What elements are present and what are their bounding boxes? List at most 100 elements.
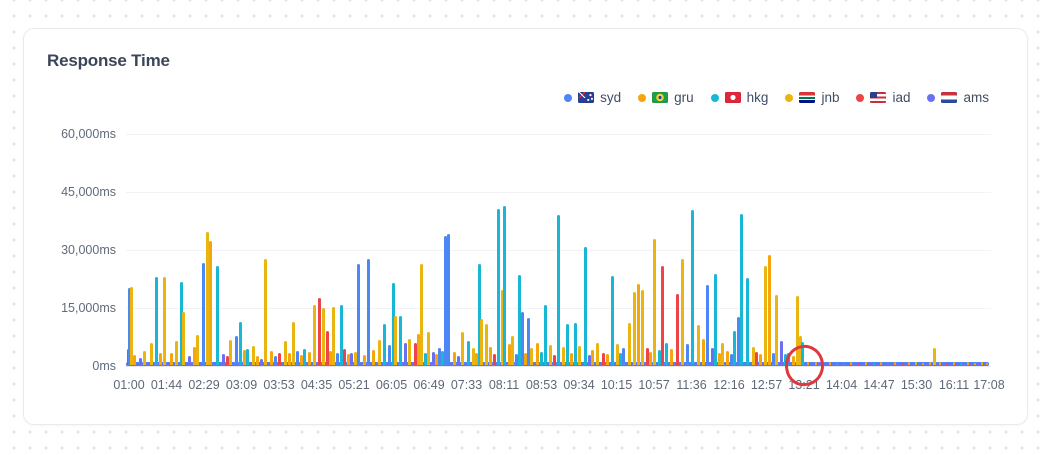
spike-gru: [570, 353, 573, 365]
spike-gru: [308, 352, 311, 365]
spike-iad: [278, 353, 281, 365]
legend-label-syd: syd: [600, 90, 622, 105]
spike-ams: [222, 354, 225, 365]
spike-gru: [850, 362, 852, 365]
spike-gru: [670, 349, 673, 365]
y-tick-label: 15,000ms: [61, 301, 116, 315]
spike-jnb: [284, 341, 287, 365]
gridline: [126, 366, 991, 367]
spike-hkg: [714, 274, 717, 365]
spike-jnb: [697, 325, 700, 365]
legend-label-ams: ams: [963, 90, 989, 105]
plot-area: [126, 134, 991, 367]
spike-jnb: [150, 343, 153, 365]
spike-gru: [372, 350, 375, 365]
legend-item-syd[interactable]: syd: [564, 90, 621, 105]
spike-ams: [457, 356, 460, 365]
spike-hkg: [566, 324, 569, 365]
legend-item-ams[interactable]: ams: [927, 90, 989, 105]
spike-iad: [661, 266, 664, 365]
spike-gru: [170, 353, 173, 365]
spike-gru: [768, 255, 771, 365]
spike-hkg: [303, 349, 306, 365]
spike-gru: [759, 354, 762, 365]
x-axis: 01:00 01:44 02:29 03:09 03:53 04:35 05:21 06:05…: [113, 378, 1006, 396]
legend-dot-jnb: [785, 93, 794, 102]
spike-hkg: [691, 210, 694, 365]
spike-iad: [343, 349, 346, 365]
gridline: [126, 192, 991, 193]
y-axis: 60,000ms 45,000ms 30,000ms 15,000ms 0ms: [24, 127, 116, 380]
spike-jnb: [485, 324, 488, 365]
y-tick-label: 45,000ms: [61, 185, 116, 199]
legend-item-iad[interactable]: iad: [856, 90, 910, 105]
legend-item-jnb[interactable]: jnb: [785, 90, 839, 105]
spike-jnb: [641, 290, 644, 365]
spike-gru: [894, 362, 896, 365]
x-tick-label: 17:08: [973, 378, 1005, 392]
spike-jnb: [764, 266, 767, 365]
spike-ams: [350, 353, 353, 365]
y-tick-label: 60,000ms: [61, 127, 116, 141]
spike-gru: [363, 355, 366, 365]
spike-gru: [649, 352, 652, 365]
spike-jnb: [549, 345, 552, 365]
spike-hkg: [216, 266, 219, 365]
spike-hkg: [246, 349, 249, 365]
spike-jnb: [530, 348, 533, 365]
spike-jnb: [721, 343, 724, 365]
spike-gru: [256, 356, 259, 365]
spike-syd: [388, 345, 391, 365]
spike-iad: [493, 354, 496, 365]
legend-dot-ams: [927, 93, 936, 102]
gridline: [126, 134, 991, 135]
spike-gru: [702, 339, 705, 365]
spike-hkg: [467, 341, 470, 365]
spike-iad: [602, 353, 605, 365]
spike-jnb: [292, 322, 295, 365]
spike-jnb: [628, 323, 631, 365]
brazil-flag-icon: [652, 92, 669, 103]
spike-gru: [922, 363, 924, 365]
spike-hkg: [557, 215, 560, 365]
spike-jnb: [264, 259, 267, 365]
spike-jnb: [511, 336, 514, 365]
legend-item-hkg[interactable]: hkg: [710, 90, 768, 105]
spike-hkg: [540, 352, 543, 365]
spike-gru: [880, 362, 882, 365]
legend-label-iad: iad: [892, 90, 911, 105]
spike-jnb: [915, 362, 917, 365]
spike-hkg: [746, 278, 749, 365]
spike-jnb: [653, 239, 656, 365]
spike-syd: [202, 263, 205, 365]
spike-hkg: [836, 363, 838, 365]
legend-item-gru[interactable]: gru: [638, 90, 694, 105]
spike-iad: [901, 363, 903, 365]
spike-jnb: [378, 340, 381, 365]
south-africa-flag-icon: [799, 92, 816, 103]
y-tick-label: 30,000ms: [61, 243, 116, 257]
spike-gru: [986, 363, 988, 365]
spike-gru: [939, 362, 941, 365]
legend-label-jnb: jnb: [821, 90, 840, 105]
spike-jnb: [933, 348, 936, 365]
spike-hkg: [665, 343, 668, 365]
spike-jnb: [578, 346, 581, 365]
spike-syd: [274, 356, 277, 365]
legend: syd gru hkg jnb iad ams: [564, 90, 989, 105]
spike-hkg: [497, 209, 500, 365]
spike-gru: [726, 351, 729, 365]
spike-gru: [953, 362, 955, 365]
spike-syd: [235, 336, 238, 365]
spike-jnb: [252, 346, 255, 365]
spike-jnb: [681, 259, 684, 365]
legend-dot-gru: [638, 93, 647, 102]
spike-gru: [606, 354, 609, 365]
spike-syd: [622, 348, 625, 365]
spike-gru: [967, 362, 969, 365]
spike-hkg: [960, 363, 962, 365]
spike-ams: [139, 358, 142, 365]
spike-jnb: [596, 343, 599, 365]
spike-hkg: [383, 324, 386, 365]
hong-kong-flag-icon: [724, 92, 741, 103]
